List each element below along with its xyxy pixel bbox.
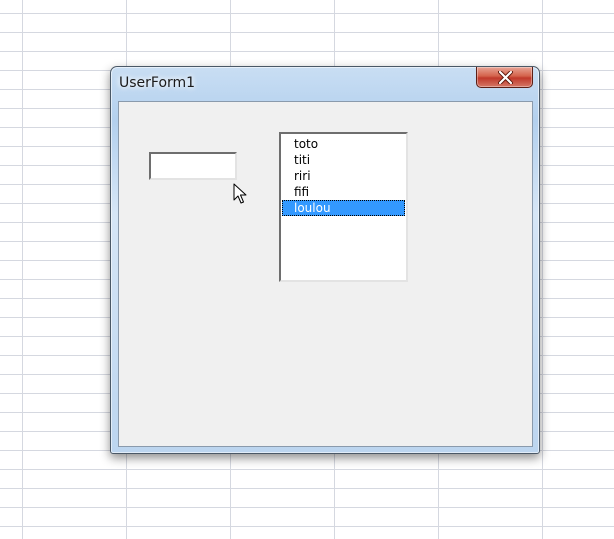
form-client-area: toto titi riri fifi loulou: [118, 101, 533, 447]
list-item-selected[interactable]: loulou: [282, 200, 405, 216]
title-bar[interactable]: UserForm1: [111, 67, 539, 99]
list-item[interactable]: fifi: [282, 184, 405, 200]
userform-window: UserForm1 toto titi riri fifi loulou: [110, 66, 540, 454]
list-item[interactable]: titi: [282, 152, 405, 168]
listbox[interactable]: toto titi riri fifi loulou: [279, 132, 408, 282]
arrow-cursor-icon: [233, 183, 247, 204]
list-item[interactable]: riri: [282, 168, 405, 184]
textbox-input[interactable]: [149, 152, 237, 180]
list-item[interactable]: toto: [282, 136, 405, 152]
close-button[interactable]: [476, 67, 533, 88]
close-x-icon: [498, 71, 513, 84]
window-title: UserForm1: [119, 75, 196, 91]
